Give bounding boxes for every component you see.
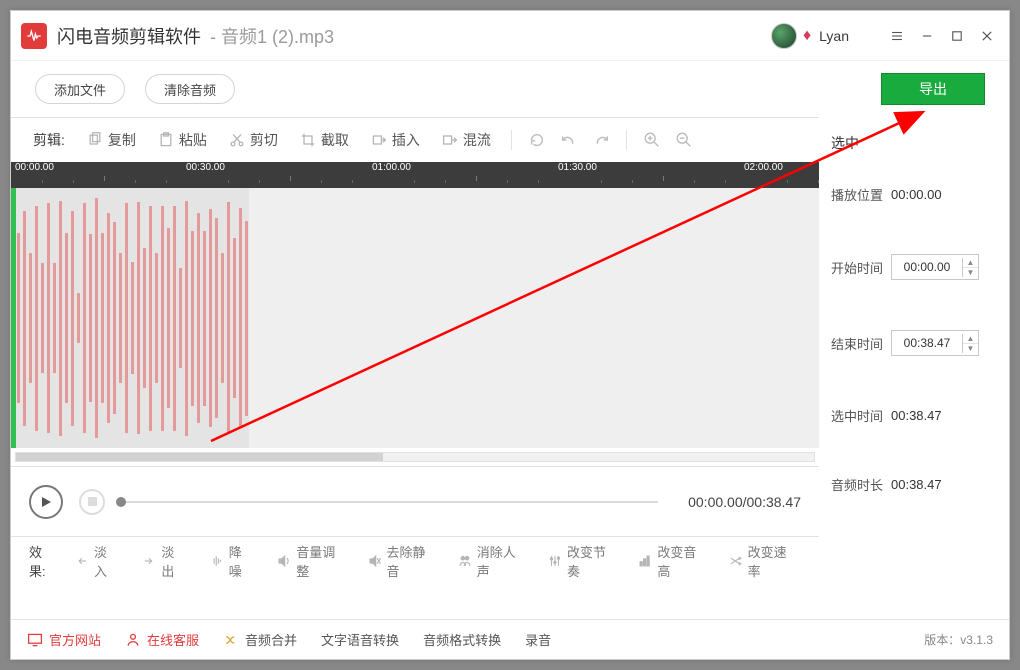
time-ruler[interactable]: 00:00.00 00:30.00 01:00.00 01:30.00 02:0… [11, 162, 819, 188]
monitor-icon [27, 632, 43, 648]
start-time-row: 开始时间 00:00.00 ▲▼ [831, 254, 989, 280]
ruler-tick: 02:00.00 [744, 162, 783, 173]
remove-silence-button[interactable]: 去除静音 [360, 540, 440, 582]
unselected-region [249, 188, 819, 448]
export-button[interactable]: 导出 [881, 73, 985, 105]
audio-merge-link[interactable]: 音频合并 [223, 630, 297, 649]
ruler-tick: 01:00.00 [372, 162, 411, 173]
duration-row: 音频时长 00:38.47 [831, 475, 989, 494]
volume-button[interactable]: 音量调整 [269, 540, 349, 582]
diamond-icon: ♦ [803, 27, 811, 45]
waveform-bars [17, 188, 249, 448]
effects-bar: 效果: 淡入 淡出 降噪 音量调整 [11, 536, 819, 584]
play-button[interactable] [29, 485, 63, 519]
minimize-button[interactable] [915, 24, 939, 48]
scrollbar-thumb[interactable] [16, 453, 383, 461]
edit-toolbar: 剪辑: 复制 粘贴 剪切 截取 [11, 118, 819, 162]
remove-vocal-button[interactable]: 消除人声 [450, 540, 530, 582]
ruler-tick: 00:30.00 [186, 162, 225, 173]
selected-time-value: 00:38.47 [891, 408, 942, 423]
speed-button[interactable]: 改变速率 [721, 540, 801, 582]
close-button[interactable] [975, 24, 999, 48]
titlebar-right: ♦ Lyan [771, 23, 999, 49]
start-time-spinbox[interactable]: 00:00.00 ▲▼ [891, 254, 979, 280]
format-convert-link[interactable]: 音频格式转换 [423, 630, 501, 649]
ruler-tick: 01:30.00 [558, 162, 597, 173]
toolbar-separator [511, 130, 512, 150]
side-panel: 选中 播放位置 00:00.00 开始时间 00:00.00 ▲▼ 结束时间 0… [819, 117, 1009, 619]
wave-column: 剪辑: 复制 粘贴 剪切 截取 [11, 117, 819, 619]
body-row: 剪辑: 复制 粘贴 剪切 截取 [11, 117, 1009, 619]
redo-button[interactable] [588, 127, 614, 153]
filebar: 添加文件 清除音频 导出 [11, 61, 1009, 117]
tempo-button[interactable]: 改变节奏 [540, 540, 620, 582]
stop-button[interactable] [79, 489, 105, 515]
play-cursor[interactable] [11, 188, 16, 448]
online-support-link[interactable]: 在线客服 [125, 630, 199, 649]
crop-button[interactable]: 截取 [292, 126, 357, 154]
maximize-button[interactable] [945, 24, 969, 48]
copy-button[interactable]: 复制 [79, 126, 144, 154]
current-file-name: - 音频1 (2).mp3 [205, 23, 334, 49]
player-bar: 00:00.00/00:38.47 [11, 466, 819, 536]
effects-label: 效果: [29, 542, 55, 580]
end-time-spinbox[interactable]: 00:38.47 ▲▼ [891, 330, 979, 356]
selected-time-row: 选中时间 00:38.47 [831, 406, 989, 425]
denoise-button[interactable]: 降噪 [202, 540, 259, 582]
pitch-button[interactable]: 改变音高 [630, 540, 710, 582]
app-window: 闪电音频剪辑软件 - 音频1 (2).mp3 ♦ Lyan 添加文件 清除音频 … [10, 10, 1010, 660]
player-time: 00:00.00/00:38.47 [688, 494, 801, 510]
username[interactable]: Lyan [819, 28, 849, 44]
edit-label: 剪辑: [33, 130, 65, 150]
record-link[interactable]: 录音 [525, 630, 551, 649]
spin-down-icon[interactable]: ▼ [963, 268, 978, 277]
horizontal-scrollbar[interactable] [11, 448, 819, 466]
version-label: 版本：v3.1.3 [924, 631, 993, 648]
ruler-tick: 00:00.00 [15, 162, 54, 173]
play-position-value: 00:00.00 [891, 187, 942, 202]
bottombar: 官方网站 在线客服 音频合并 文字语音转换 音频格式转换 录音 版本：v3.1.… [11, 619, 1009, 659]
progress-slider[interactable] [121, 501, 658, 503]
insert-button[interactable]: 插入 [363, 126, 428, 154]
spin-down-icon[interactable]: ▼ [963, 344, 978, 353]
merge-icon [223, 632, 239, 648]
official-site-link[interactable]: 官方网站 [27, 630, 101, 649]
add-file-button[interactable]: 添加文件 [35, 74, 125, 104]
menu-button[interactable] [885, 24, 909, 48]
spin-up-icon[interactable]: ▲ [963, 334, 978, 344]
refresh-button[interactable] [524, 127, 550, 153]
clear-audio-button[interactable]: 清除音频 [145, 74, 235, 104]
selected-label: 选中 [831, 129, 989, 171]
zoom-out-button[interactable] [671, 127, 697, 153]
support-icon [125, 632, 141, 648]
app-logo-icon [21, 23, 47, 49]
mix-button[interactable]: 混流 [434, 126, 499, 154]
play-position-row: 播放位置 00:00.00 [831, 185, 989, 204]
end-time-row: 结束时间 00:38.47 ▲▼ [831, 330, 989, 356]
duration-value: 00:38.47 [891, 477, 942, 492]
spin-up-icon[interactable]: ▲ [963, 258, 978, 268]
undo-button[interactable] [556, 127, 582, 153]
tts-link[interactable]: 文字语音转换 [321, 630, 399, 649]
avatar[interactable] [771, 23, 797, 49]
app-title: 闪电音频剪辑软件 [57, 23, 201, 49]
fade-in-button[interactable]: 淡入 [67, 540, 124, 582]
zoom-in-button[interactable] [639, 127, 665, 153]
progress-knob[interactable] [116, 497, 126, 507]
toolbar-separator [626, 130, 627, 150]
fade-out-button[interactable]: 淡出 [134, 540, 191, 582]
waveform-canvas[interactable] [11, 188, 819, 448]
cut-button[interactable]: 剪切 [221, 126, 286, 154]
paste-button[interactable]: 粘贴 [150, 126, 215, 154]
titlebar: 闪电音频剪辑软件 - 音频1 (2).mp3 ♦ Lyan [11, 11, 1009, 61]
